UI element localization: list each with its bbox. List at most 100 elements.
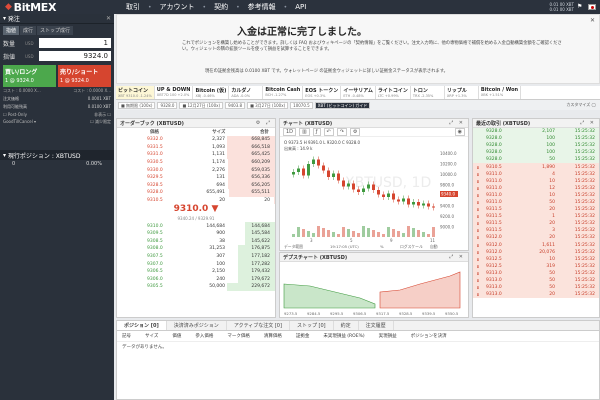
- trade-time: 15:25:32: [574, 129, 595, 135]
- ask-row[interactable]: 9310.5 20 20: [117, 196, 275, 205]
- tab-limit[interactable]: 指値: [3, 26, 20, 35]
- ticker-tab[interactable]: EOS トークン EOS +0.3%: [303, 86, 342, 99]
- timeframe-button[interactable]: 1D: [283, 128, 297, 136]
- price-chart[interactable]: O 9373.5 H 9391.0 L 9320.0 C 9328.0 出来高 …: [280, 137, 468, 250]
- ask-row[interactable]: 9330.5 1,174 660,209: [117, 158, 275, 167]
- tab-active-orders[interactable]: アクティブな注文 [0]: [227, 321, 290, 330]
- post-only-label: Post-Only: [7, 112, 27, 117]
- ticker-tab[interactable]: UP & DOWN XBT7D 100 +2.0%: [155, 86, 194, 99]
- bid-size: 2,150: [212, 269, 225, 275]
- bid-row[interactable]: 9308.0 31,253 176,875: [117, 245, 275, 253]
- candle: [302, 168, 305, 176]
- volume-bar: [352, 231, 355, 237]
- tab-market[interactable]: 成行: [20, 26, 37, 35]
- camera-icon[interactable]: ◉: [454, 128, 465, 136]
- time-in-force-select[interactable]: GoodTillCancel ▾: [3, 119, 36, 125]
- ask-size: 655,491: [206, 190, 225, 196]
- contract-mar27[interactable]: ■ 3月27日 (100x): [247, 101, 289, 109]
- ticker-tab[interactable]: イーサリアム ETH -0.48%: [341, 86, 376, 99]
- down-arrow-icon: ⬇: [476, 292, 480, 298]
- candle-type-icon[interactable]: ▥: [299, 128, 310, 136]
- ask-row[interactable]: 9332.0 2,327 668,845: [117, 136, 275, 144]
- expand-icon[interactable]: ⤢ ✕: [580, 120, 596, 126]
- ticker-tab[interactable]: Bitcoin (仮) XBJ -0.46%: [193, 86, 230, 99]
- language-flag-icon[interactable]: [588, 4, 596, 10]
- ask-row[interactable]: 9331.5 1,093 666,518: [117, 143, 275, 152]
- ask-row[interactable]: 9331.0 1,131 665,425: [117, 151, 275, 159]
- buy-long-button[interactable]: 買い/ロング 1 @ 9324.0: [3, 65, 56, 87]
- bid-row[interactable]: 9307.0 100 177,282: [117, 260, 275, 268]
- post-only-checkbox[interactable]: ☐ Post-Only: [3, 112, 27, 118]
- ask-row[interactable]: 9329.5 131 656,336: [117, 173, 275, 182]
- ask-row[interactable]: 9328.5 694 656,205: [117, 181, 275, 190]
- bid-row[interactable]: 9307.5 307 177,182: [117, 252, 275, 261]
- tab-fills[interactable]: 約定: [334, 321, 359, 330]
- tab-closed-positions[interactable]: 決済済みポジション: [167, 321, 227, 330]
- trade-row: ⬇ 9311.5 20 15:25:32: [473, 220, 599, 228]
- ticker-tab[interactable]: Bitcoin Cash BCH -1.27%: [263, 86, 304, 99]
- ticker-tab[interactable]: Bitcoin / Won XBK +1.51%: [479, 86, 522, 99]
- instrument-tabs: ビットコイン XBT 9310.0 -1.24% UP & DOWN XBT7D 10…: [116, 86, 600, 100]
- bid-row[interactable]: 9309.5 900 145,584: [117, 229, 275, 238]
- quantity-input[interactable]: 1: [39, 38, 111, 48]
- ask-total: 655,511: [251, 190, 270, 196]
- bid-total: 145,622: [251, 238, 270, 244]
- indicator-icon[interactable]: ƒ: [312, 128, 321, 136]
- close-icon[interactable]: ✕: [590, 17, 595, 24]
- ask-price: 9328.0: [147, 190, 163, 196]
- bid-price: 9307.0: [147, 261, 163, 267]
- ticker-tab[interactable]: ビットコイン XBT 9310.0 -1.24%: [116, 86, 155, 99]
- nav-api[interactable]: API: [287, 3, 314, 11]
- gear-icon[interactable]: ⚙ ⤢: [256, 120, 272, 126]
- chart-footer-item[interactable]: 19:17:05 (UTC): [330, 244, 359, 249]
- tab-stop-market[interactable]: ストップ成行: [37, 26, 74, 35]
- contract-perpetual[interactable]: ■ 無期限 (100x): [118, 101, 156, 109]
- bitmex-logo[interactable]: ◆ BitMEX: [0, 0, 118, 14]
- expand-icon[interactable]: ⤢ ✕: [449, 254, 465, 260]
- chart-footer-item[interactable]: ログスケール: [400, 244, 423, 249]
- tab-stops[interactable]: ストップ [0]: [290, 321, 334, 330]
- chart-footer-item[interactable]: データ範囲: [284, 244, 303, 249]
- account-summary[interactable]: 0.01 00 XBT 0.01 00 XBT ⚑: [550, 2, 600, 12]
- bid-row[interactable]: 9306.0 240 179,672: [117, 275, 275, 284]
- ticker-tab[interactable]: トロン TRX -2.35%: [411, 86, 445, 99]
- nav-references[interactable]: 参考情報: [240, 2, 284, 12]
- notification-flag-icon[interactable]: ⚑: [577, 4, 585, 10]
- trade-row: ⬇ 9311.0 10 15:25:32: [473, 191, 599, 199]
- nav-trade[interactable]: 取引: [118, 2, 148, 12]
- contract-guide[interactable]: XBT (ビットコイン) ガイド: [314, 101, 371, 109]
- settings-icon[interactable]: ⚙: [349, 128, 361, 136]
- ticker-tab[interactable]: リップル XRP +1.3%: [445, 86, 479, 99]
- hidden-checkbox[interactable]: 非表示 ☐: [94, 112, 111, 118]
- close-icon[interactable]: ✕: [106, 15, 111, 22]
- undo-icon[interactable]: ↶: [323, 128, 334, 136]
- price-input[interactable]: 9324.0: [39, 51, 111, 61]
- nav-contracts[interactable]: 契約: [206, 2, 236, 12]
- ticker-tab[interactable]: カルダノ ADA -0.0%: [229, 86, 264, 99]
- trade-price: 9311.5: [486, 207, 502, 213]
- ask-price: 9330.5: [147, 160, 163, 166]
- nav-account[interactable]: アカウント: [152, 2, 203, 12]
- ticker-tab[interactable]: ライトコイン LTC +0.99%: [376, 86, 411, 99]
- bid-row[interactable]: 9306.5 2,150 179,432: [117, 267, 275, 276]
- bid-row[interactable]: 9305.5 50,000 229,672: [117, 283, 275, 291]
- contract-dec27[interactable]: ■ 12月27日 (100x): [179, 101, 224, 109]
- trade-size: 1,611: [542, 242, 555, 248]
- ask-row[interactable]: 9330.0 2,276 659,035: [117, 166, 275, 174]
- tab-positions[interactable]: ポジション [0]: [117, 321, 167, 330]
- trade-time: 15:25:32: [574, 235, 595, 241]
- reduce-only-checkbox[interactable]: ☐ 減少限定: [90, 119, 111, 125]
- bid-row[interactable]: 9308.5 38 145,622: [117, 237, 275, 246]
- customize-toggle[interactable]: カスタマイズ ◯: [566, 102, 596, 108]
- ask-row[interactable]: 9328.0 655,491 655,511: [117, 189, 275, 197]
- chart-footer-item[interactable]: 自動: [430, 244, 438, 249]
- trade-price: 9310.5: [486, 164, 502, 170]
- tab-order-history[interactable]: 注文履歴: [359, 321, 394, 330]
- trade-size: 50: [549, 199, 555, 205]
- tif-row: GoodTillCancel ▾ ☐ 減少限定: [3, 119, 111, 125]
- chart-footer-item[interactable]: %: [380, 244, 384, 249]
- redo-icon[interactable]: ↷: [336, 128, 347, 136]
- sell-short-button[interactable]: 売り/ショート 1 @ 9324.0: [58, 65, 111, 87]
- expand-icon[interactable]: ⤢ ✕: [449, 120, 465, 126]
- bid-row[interactable]: 9310.0 144,684 144,684: [117, 222, 275, 230]
